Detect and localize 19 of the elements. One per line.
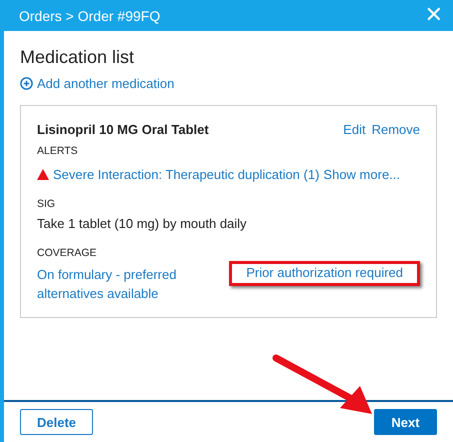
medication-name: Lisinopril 10 MG Oral Tablet [37,122,209,137]
action-link[interactable]: Remove [372,122,420,137]
field-label: ALERTS [37,145,79,157]
warning-icon [37,169,49,180]
sig-text: Take 1 tablet (10 mg) by mouth daily [37,216,248,231]
alert-link[interactable]: Severe Interaction: Therapeutic duplication (1) [53,167,320,182]
field-label: SIG [37,198,56,210]
coverage-link[interactable]: On formulary - preferred alternatives available [37,265,214,303]
close-button[interactable]: ✕ [424,3,443,28]
plus-circle-icon[interactable] [20,77,33,90]
breadcrumb: Orders > Order #99FQ [19,8,160,24]
delete-button[interactable]: Delete [20,409,93,435]
show-more-link[interactable]: Show more... [323,167,400,182]
add-medication-link[interactable]: Add another medication [37,76,174,91]
next-button[interactable]: Next [374,409,437,435]
field-label: COVERAGE [37,247,98,259]
section-title: Medication list [20,47,136,68]
highlighted-coverage-link[interactable]: Prior authorization required [229,261,420,286]
action-link[interactable]: Edit [343,122,366,137]
